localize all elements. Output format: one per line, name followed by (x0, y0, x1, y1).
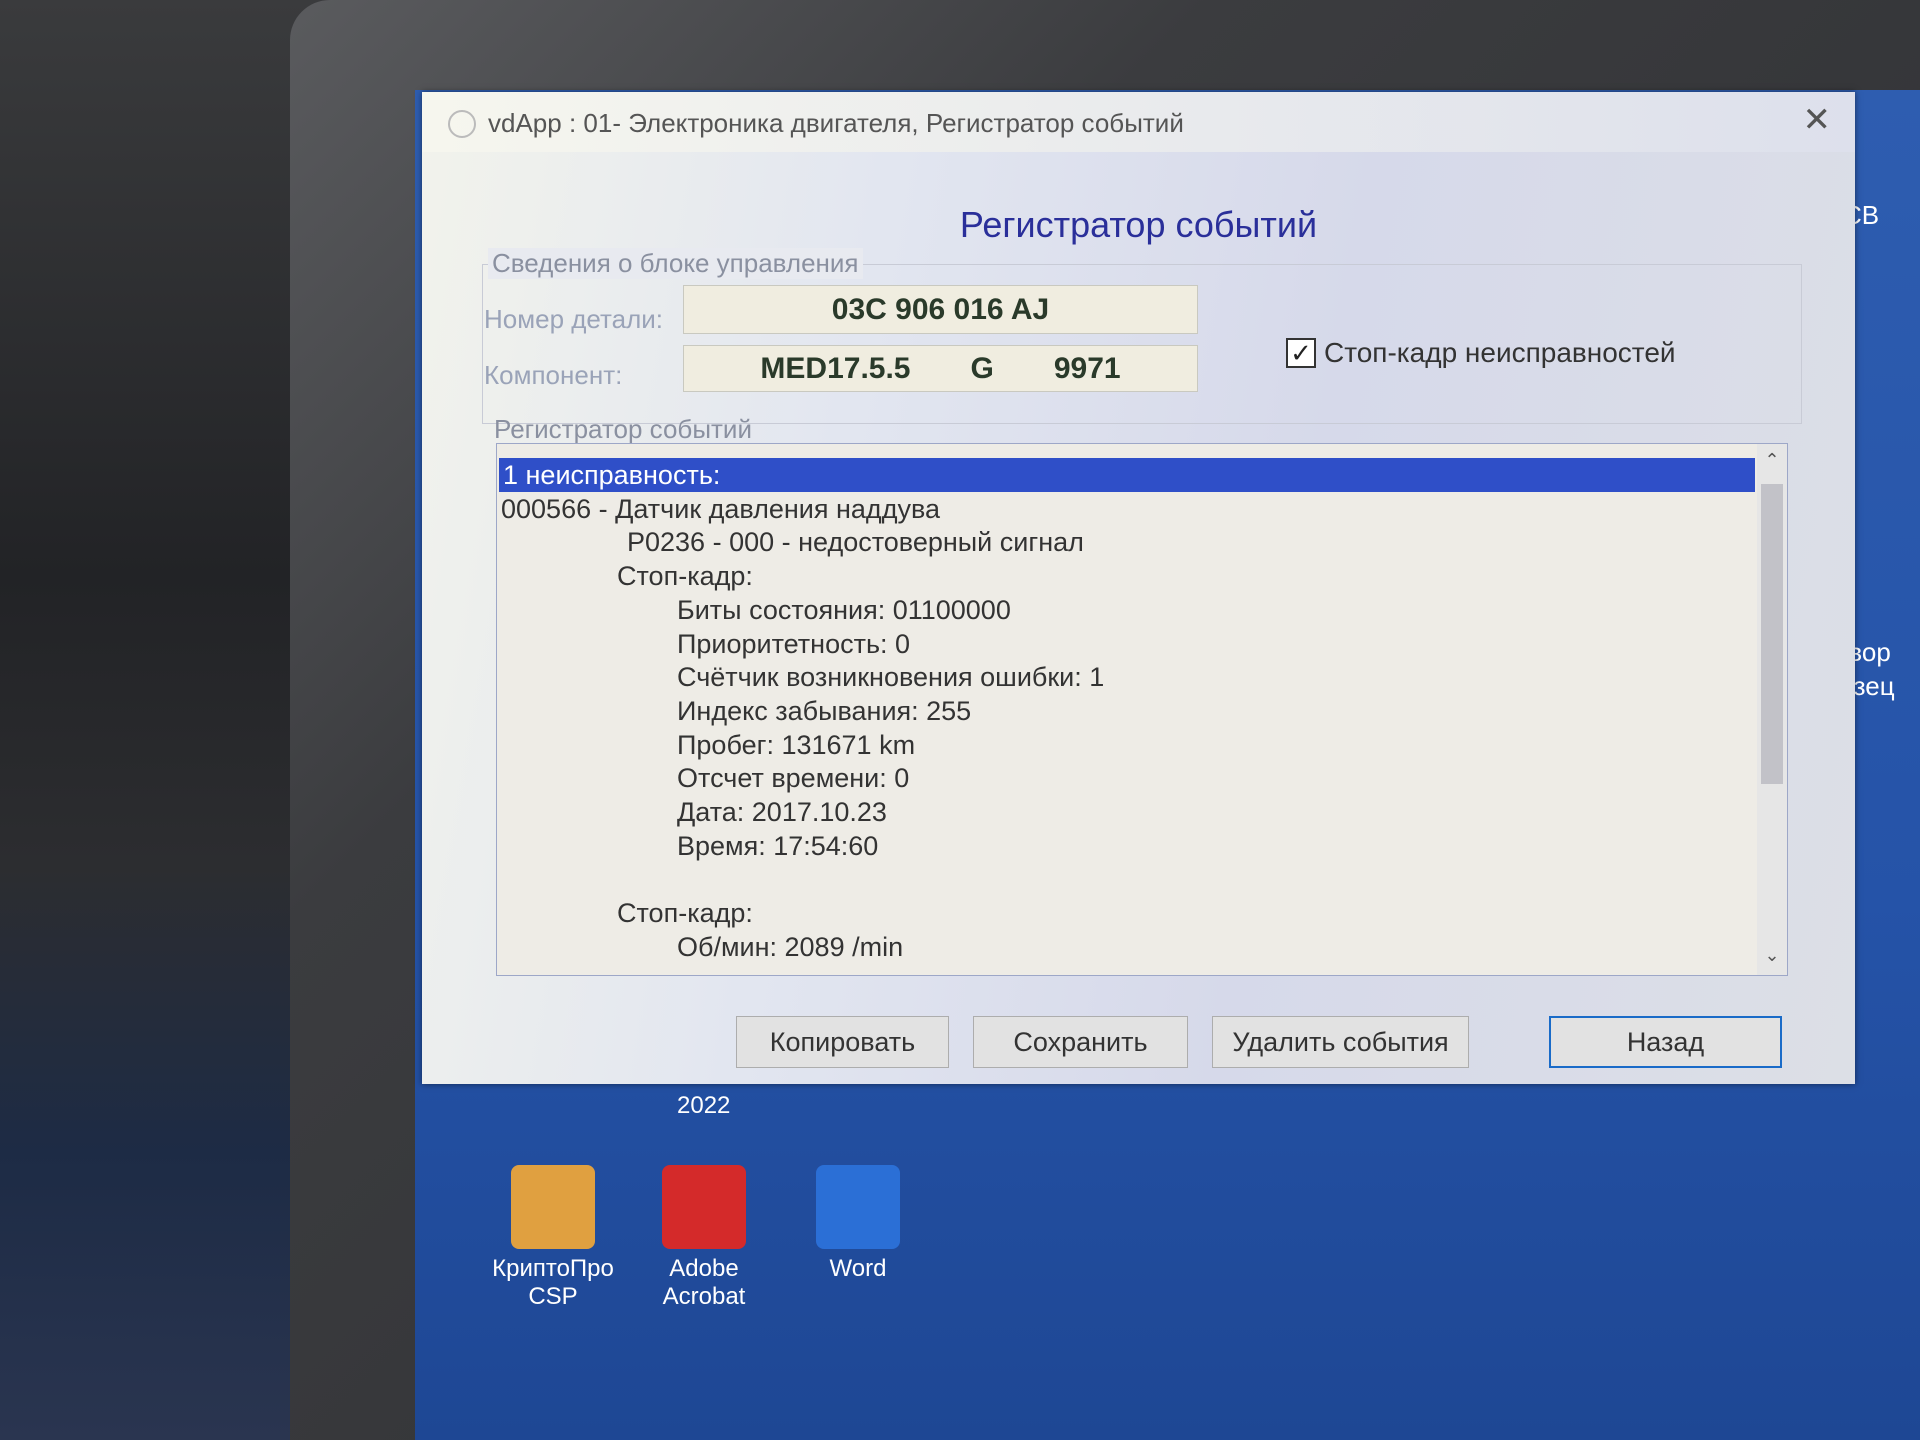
event-recorder-dialog: vdApp : 01- Электроника двигателя, Регис… (422, 92, 1855, 1084)
control-unit-group-label: Сведения о блоке управления (488, 248, 863, 279)
icon-label: Word (829, 1255, 887, 1282)
list-item[interactable]: Отсчет времени: 0 (497, 761, 909, 795)
icon-label: КриптоПро CSP (492, 1255, 614, 1310)
word-icon (816, 1165, 900, 1249)
part-number-label: Номер детали: (484, 304, 664, 334)
event-log-list[interactable]: 1 неисправность: 000566 - Датчик давления… (496, 443, 1788, 976)
list-item[interactable] (497, 862, 501, 896)
part-number-value: 03C 906 016 AJ (831, 292, 1050, 326)
list-item[interactable]: 000566 - Датчик давления наддува (497, 492, 940, 526)
list-item[interactable]: Стоп-кадр: (497, 896, 753, 930)
component-version: 9971 (1053, 351, 1121, 385)
list-item[interactable]: Биты состояния: 01100000 (497, 593, 1011, 627)
list-item[interactable]: Дата: 2017.10.23 (497, 795, 887, 829)
save-button[interactable]: Сохранить (973, 1016, 1188, 1068)
list-item[interactable]: Время: 17:54:60 (497, 829, 878, 863)
desktop-icon-word[interactable]: Word (793, 1165, 923, 1283)
page-title: Регистратор событий (959, 204, 1318, 245)
component-code: G (970, 351, 994, 385)
list-item[interactable]: P0236 - 000 - недостоверный сигнал (497, 525, 1084, 559)
cryptopro-icon (511, 1165, 595, 1249)
back-button[interactable]: Назад (1549, 1016, 1782, 1068)
scrollbar-thumb[interactable] (1761, 484, 1783, 784)
list-item[interactable]: Стоп-кадр: (497, 559, 753, 593)
car-interior-background (0, 0, 330, 1440)
desktop-icon-label-partial: 2022 (677, 1092, 731, 1119)
delete-events-button[interactable]: Удалить события (1212, 1016, 1469, 1068)
list-item[interactable]: Счётчик возникновения ошибки: 1 (497, 660, 1104, 694)
acrobat-icon (662, 1165, 746, 1249)
event-log-group-label: Регистратор событий (494, 414, 752, 444)
list-item-selected[interactable]: 1 неисправность: (499, 458, 1755, 492)
window-title: vdApp : 01- Электроника двигателя, Регис… (488, 108, 1184, 138)
freeze-frame-checkbox[interactable]: ✓ (1286, 338, 1316, 368)
scroll-up-icon[interactable]: ⌃ (1761, 450, 1783, 474)
list-item[interactable]: Об/мин: 2089 /min (497, 930, 903, 964)
copy-button[interactable]: Копировать (736, 1016, 949, 1068)
app-icon (448, 110, 476, 138)
component-field: MED17.5.5 G 9971 (683, 345, 1198, 392)
freeze-frame-label[interactable]: Стоп-кадр неисправностей (1324, 337, 1676, 369)
part-number-field: 03C 906 016 AJ (683, 285, 1198, 334)
component-label: Компонент: (484, 360, 623, 390)
icon-label: Adobe Acrobat (662, 1255, 746, 1310)
list-item[interactable]: Пробег: 131671 km (497, 728, 915, 762)
close-icon[interactable]: ✕ (1803, 100, 1832, 140)
scroll-down-icon[interactable]: ⌄ (1761, 945, 1783, 969)
component-name: MED17.5.5 (760, 351, 911, 385)
list-item[interactable]: Индекс забывания: 255 (497, 694, 971, 728)
scrollbar[interactable]: ⌃ ⌄ (1757, 444, 1787, 975)
title-bar: vdApp : 01- Электроника двигателя, Регис… (422, 92, 1855, 152)
desktop-icon-acrobat[interactable]: Adobe Acrobat (639, 1165, 769, 1311)
desktop-icon-cryptopro[interactable]: КриптоПро CSP (488, 1165, 618, 1311)
list-item[interactable]: Приоритетность: 0 (497, 627, 910, 661)
